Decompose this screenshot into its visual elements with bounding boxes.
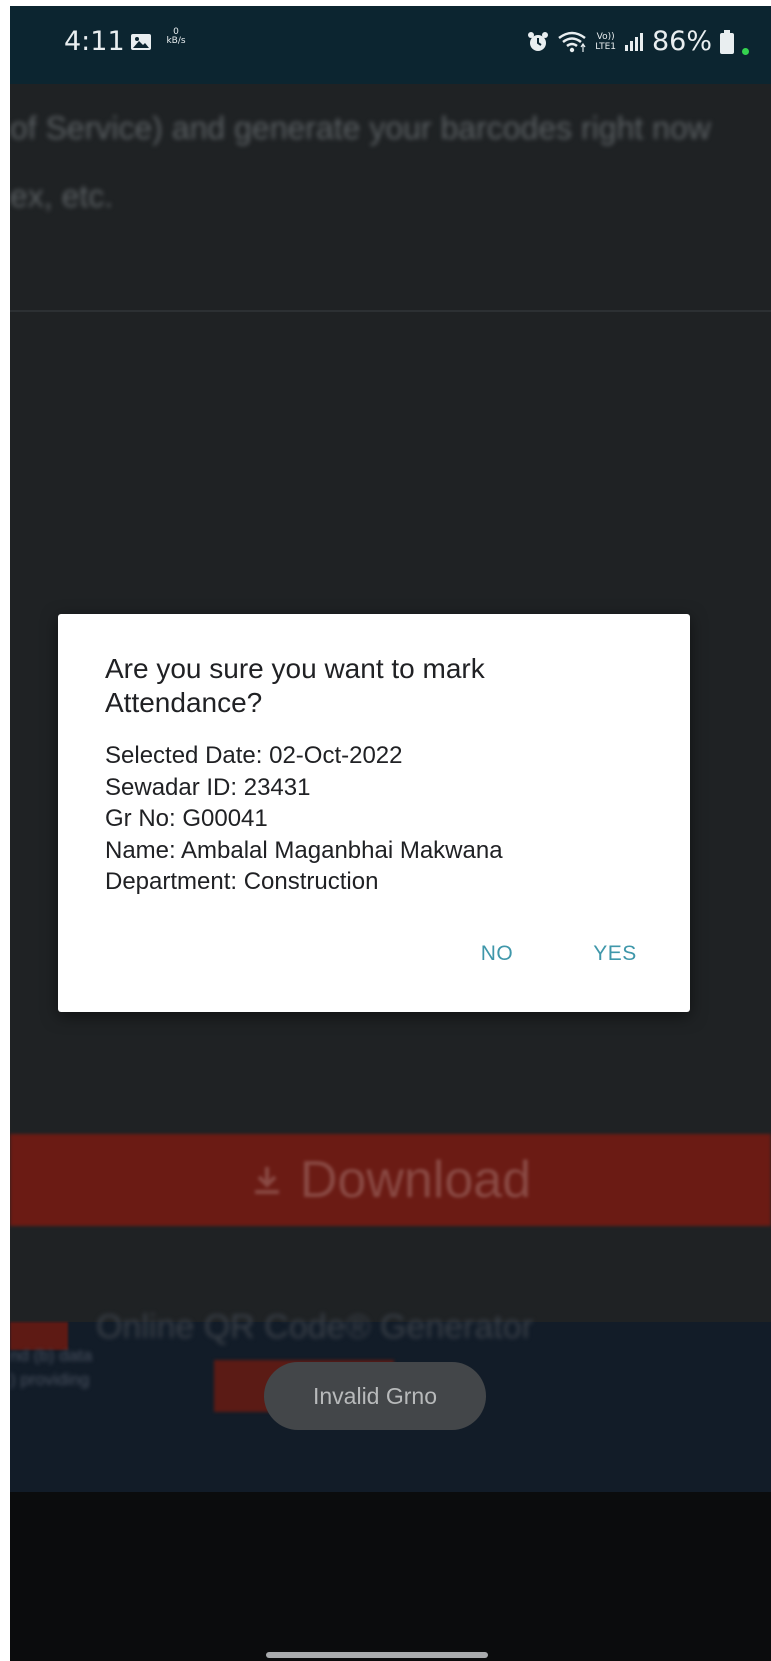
home-indicator[interactable]	[266, 1652, 488, 1658]
alarm-icon	[528, 31, 549, 51]
name-line: Name: Ambalal Maganbhai Makwana	[105, 836, 503, 864]
background-text-line: ex, etc.	[10, 178, 114, 214]
dialog-body: Selected Date: 02-Oct-2022 Sewadar ID: 2…	[105, 740, 665, 898]
background-text-line: of Service) and generate your barcodes r…	[10, 110, 711, 146]
banner-note-line: ) providing	[10, 1370, 90, 1389]
volte-indicator: Vo)) LTE1	[595, 32, 616, 52]
banner-note-line: nd (b) data	[10, 1346, 93, 1365]
banner-note: nd (b) data ) providing	[10, 1344, 92, 1392]
net-speed-unit: kB/s	[166, 36, 186, 46]
department-line: Department: Construction	[105, 868, 379, 895]
battery-percent: 86%	[651, 26, 712, 57]
dialog-title: Are you sure you want to mark Attendance…	[105, 653, 485, 718]
status-time: 4:11	[64, 26, 125, 57]
yes-button[interactable]: YES	[550, 924, 680, 984]
battery-icon	[720, 29, 734, 54]
gr-no-line: Gr No: G00041	[105, 805, 268, 832]
download-label: Download	[299, 1151, 532, 1209]
no-button[interactable]: NO	[444, 924, 550, 984]
net-speed-indicator: 0 kB/s	[165, 28, 187, 46]
attendance-confirm-dialog: Are you sure you want to mark Attendance…	[58, 614, 690, 1012]
download-icon	[254, 1167, 279, 1194]
status-bar: 4:11 0 kB/s Vo)) LTE1 86%	[10, 6, 771, 84]
wifi-icon	[558, 31, 587, 52]
selected-date-line: Selected Date: 02-Oct-2022	[105, 742, 403, 769]
toast-message: Invalid Grno	[264, 1362, 486, 1430]
background-divider	[10, 310, 771, 312]
banner-headline: Online QR Code® Generator	[96, 1308, 534, 1346]
privacy-indicator-dot	[742, 48, 749, 55]
volte-top: Vo))	[596, 31, 615, 42]
navigation-bar	[10, 1492, 771, 1661]
gallery-icon	[131, 34, 151, 50]
status-right-group: Vo)) LTE1 86%	[527, 26, 749, 57]
sewadar-id-line: Sewadar ID: 23431	[105, 773, 311, 801]
volte-bottom: LTE1	[595, 41, 616, 52]
phone-screen: 4:11 0 kB/s Vo)) LTE1 86% of Service) an…	[10, 6, 771, 1661]
dialog-actions: NO YES	[444, 924, 690, 984]
download-button[interactable]: Download	[10, 1134, 771, 1226]
signal-icon	[624, 32, 643, 51]
